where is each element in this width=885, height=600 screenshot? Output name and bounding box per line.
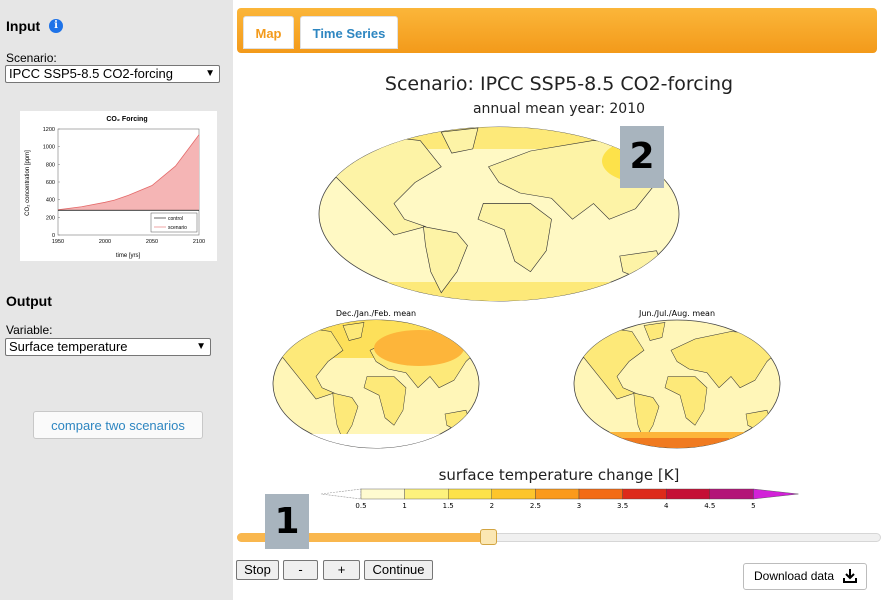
x-tick-label: 2100 (193, 239, 205, 245)
info-icon[interactable]: i (49, 19, 63, 33)
co2-forcing-chart: CO₂ Forcing 0 200 400 600 800 1000 1200 1950 20… (20, 111, 217, 261)
download-icon (843, 569, 857, 583)
scenario-select[interactable]: IPCC SSP5-8.5 CO2-forcing ▼ (5, 65, 220, 83)
chevron-down-icon: ▼ (196, 341, 206, 352)
chart-xlabel: time [yrs] (116, 253, 141, 259)
colorbar-tick-label: 0.5 (355, 502, 366, 510)
y-tick-label: 200 (46, 215, 55, 221)
stop-button[interactable]: Stop (236, 560, 279, 580)
step-back-button[interactable]: - (283, 560, 318, 580)
colorbar-segment (709, 488, 754, 500)
co2-forcing-chart-svg: CO₂ Forcing 020040060080010001200 1950 20… (25, 116, 205, 259)
download-data-button[interactable]: Download data (743, 563, 867, 590)
map-subtitle: annual mean year: 2010 (473, 101, 645, 117)
djf-mean-map (272, 319, 480, 449)
tab-map[interactable]: Map (243, 16, 294, 49)
chart-ylabel: CO₂ concentration [ppm] (25, 150, 31, 216)
jja-mean-map (573, 319, 781, 449)
y-tick-label: 1000 (43, 145, 55, 151)
colorbar-tick-label: 3.5 (617, 502, 628, 510)
variable-select-value: Surface temperature (9, 339, 128, 354)
step-forward-button[interactable]: + (323, 560, 360, 580)
scenario-select-value: IPCC SSP5-8.5 CO2-forcing (9, 66, 174, 81)
year-slider-handle[interactable] (480, 529, 498, 545)
colorbar-low-arrow (320, 488, 362, 500)
continue-button[interactable]: Continue (364, 560, 433, 580)
view-tab-bar: Map Time Series (237, 8, 877, 53)
colorbar-tick-label: 5 (751, 502, 755, 510)
x-tick-label: 1950 (52, 239, 64, 245)
compare-two-scenarios-button[interactable]: compare two scenarios (33, 411, 203, 439)
colorbar-segment (404, 488, 449, 500)
colorbar-tick-label: 2 (490, 502, 494, 510)
input-section-title: Input (6, 18, 41, 34)
variable-label: Variable: (6, 323, 53, 337)
legend-control: control (168, 216, 183, 222)
colorbar-tick-label: 4.5 (704, 502, 715, 510)
x-tick-label: 2000 (99, 239, 111, 245)
colorbar-segment (666, 488, 711, 500)
colorbar: 0.5 1 1.5 2 2.5 3 3.5 4 4.5 5 (320, 488, 799, 510)
tab-time-series[interactable]: Time Series (300, 16, 398, 49)
chevron-down-icon: ▼ (205, 68, 215, 79)
map-figure-svg: Scenario: IPCC SSP5-8.5 CO2-forcing annu… (272, 73, 799, 510)
colorbar-segment (360, 488, 405, 500)
y-tick-label: 600 (46, 180, 55, 186)
colorbar-title: surface temperature change [K] (439, 466, 680, 484)
colorbar-tick-label: 4 (664, 502, 669, 510)
variable-select[interactable]: Surface temperature ▼ (5, 338, 211, 356)
colorbar-tick-label: 1.5 (443, 502, 454, 510)
colorbar-segment (622, 488, 667, 500)
colorbar-segment (578, 488, 623, 500)
map-title: Scenario: IPCC SSP5-8.5 CO2-forcing (385, 73, 733, 95)
colorbar-tick-label: 3 (577, 502, 581, 510)
colorbar-high-arrow (753, 488, 799, 500)
scenario-label: Scenario: (6, 51, 57, 65)
colorbar-tick-label: 2.5 (530, 502, 541, 510)
y-tick-label: 400 (46, 198, 55, 204)
djf-map-label: Dec./Jan./Feb. mean (336, 309, 416, 318)
input-sidebar: Input i Scenario: IPCC SSP5-8.5 CO2-forc… (0, 0, 233, 600)
jja-map-label: Jun./Jul./Aug. mean (638, 309, 715, 318)
temperature-map-figure: Scenario: IPCC SSP5-8.5 CO2-forcing annu… (259, 66, 859, 516)
colorbar-segment (491, 488, 536, 500)
annotation-marker-1: 1 (265, 494, 309, 549)
colorbar-segment (535, 488, 580, 500)
y-tick-label: 1200 (43, 127, 55, 133)
legend-scenario: scenario (168, 225, 187, 231)
colorbar-segment (447, 488, 492, 500)
y-tick-label: 800 (46, 162, 55, 168)
chart-title: CO₂ Forcing (106, 116, 147, 123)
x-tick-label: 2050 (146, 239, 158, 245)
annotation-marker-2: 2 (620, 126, 664, 188)
colorbar-tick-label: 1 (402, 502, 406, 510)
download-data-label: Download data (754, 569, 835, 583)
output-section-title: Output (6, 293, 52, 309)
